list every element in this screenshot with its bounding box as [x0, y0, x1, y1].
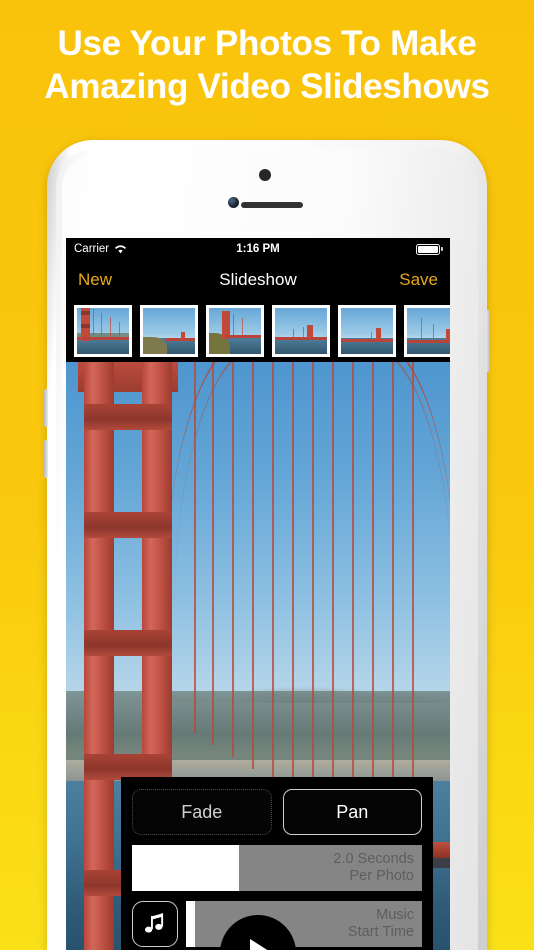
headline-line-1: Use Your Photos To Make [57, 24, 477, 63]
thumbnail-item[interactable] [206, 305, 264, 357]
power-button[interactable] [486, 310, 490, 372]
duration-slider[interactable]: 2.0 Seconds Per Photo [132, 845, 422, 891]
thumbnail-item[interactable] [338, 305, 396, 357]
phone-screen: Carrier 1:16 PM New Slideshow Save Fade … [66, 238, 450, 950]
earpiece-speaker [241, 202, 303, 208]
fade-button[interactable]: Fade [132, 789, 272, 835]
screenshot-root: Use Your Photos To Make Amazing Video Sl… [0, 0, 534, 950]
proximity-sensor-icon [228, 197, 239, 208]
nav-title: Slideshow [219, 270, 297, 289]
duration-slider-labels: 2.0 Seconds Per Photo [333, 851, 414, 885]
music-label-line-1: Music [376, 907, 414, 923]
transition-selector: Fade Pan [132, 789, 422, 835]
battery-full-icon [416, 243, 440, 255]
thumbnail-item[interactable] [74, 305, 132, 357]
duration-slider-row: 2.0 Seconds Per Photo [132, 845, 422, 891]
iphone-device-frame: Carrier 1:16 PM New Slideshow Save Fade … [44, 140, 490, 950]
music-label-line-2: Start Time [347, 924, 414, 940]
thumbnail-item[interactable] [140, 305, 198, 357]
thumbnail-item[interactable] [404, 305, 450, 357]
page-title: Use Your Photos To Make Amazing Video Sl… [0, 22, 534, 108]
status-bar-right [416, 243, 443, 255]
battery-cap [441, 247, 443, 251]
duration-value: 2.0 Seconds [333, 851, 414, 867]
duration-slider-fill [132, 845, 240, 891]
headline-line-2: Amazing Video Slideshows [44, 67, 490, 106]
navigation-bar: New Slideshow Save [66, 260, 450, 300]
volume-down-button[interactable] [44, 440, 48, 478]
music-slider-fill [186, 901, 196, 947]
status-bar-clock: 1:16 PM [236, 243, 280, 255]
play-icon [250, 939, 272, 950]
thumbnail-item[interactable] [272, 305, 330, 357]
thumbnail-strip[interactable] [66, 300, 450, 362]
save-button[interactable]: Save [399, 270, 438, 290]
pan-button[interactable]: Pan [282, 789, 422, 835]
front-camera-icon [259, 169, 271, 181]
volume-up-button[interactable] [44, 389, 48, 427]
music-note-icon[interactable] [132, 901, 178, 947]
music-note-glyph [145, 913, 164, 933]
duration-unit: Per Photo [349, 868, 415, 884]
status-bar: Carrier 1:16 PM [66, 238, 450, 260]
music-slider-labels: Music Start Time [348, 907, 414, 941]
